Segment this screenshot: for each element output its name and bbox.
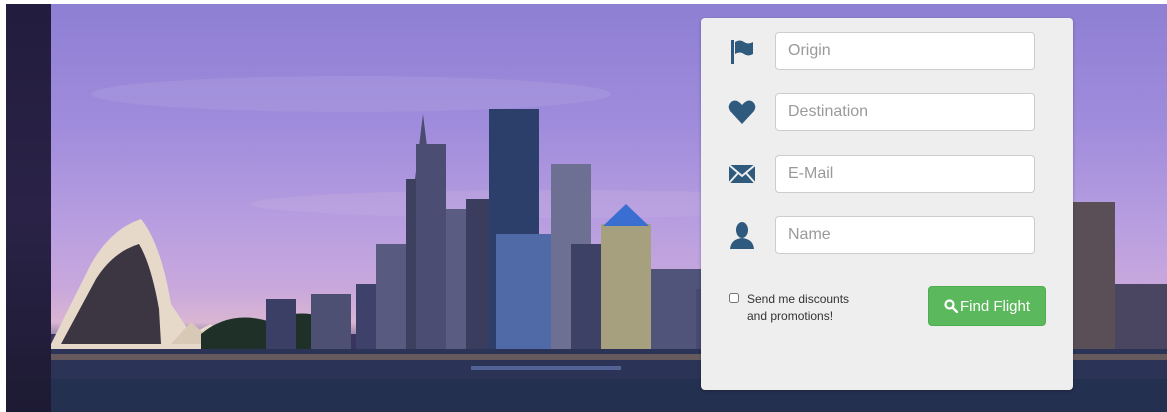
find-flight-label: Find Flight: [959, 297, 1031, 315]
page: Send me discounts and promotions! Find F…: [0, 0, 1167, 412]
promo-checkbox[interactable]: [729, 293, 739, 303]
email-input[interactable]: [775, 155, 1035, 193]
envelope-icon: [728, 164, 756, 184]
destination-row: [701, 93, 1073, 133]
name-input[interactable]: [775, 216, 1035, 254]
find-flight-button[interactable]: Find Flight: [928, 286, 1046, 326]
heart-icon: [728, 100, 756, 124]
name-row: [701, 216, 1073, 256]
side-strip: [6, 4, 51, 412]
promo-label-line1: Send me discounts: [747, 292, 850, 306]
email-row: [701, 155, 1073, 195]
search-icon: [944, 299, 958, 313]
origin-input[interactable]: [775, 32, 1035, 70]
user-icon: [730, 222, 754, 249]
destination-input[interactable]: [775, 93, 1035, 131]
promo-label: Send me discounts and promotions!: [747, 291, 897, 325]
flight-search-form: Send me discounts and promotions! Find F…: [701, 18, 1073, 390]
origin-row: [701, 32, 1073, 72]
promo-label-line2: and promotions!: [747, 309, 834, 323]
flag-icon: [731, 40, 753, 64]
